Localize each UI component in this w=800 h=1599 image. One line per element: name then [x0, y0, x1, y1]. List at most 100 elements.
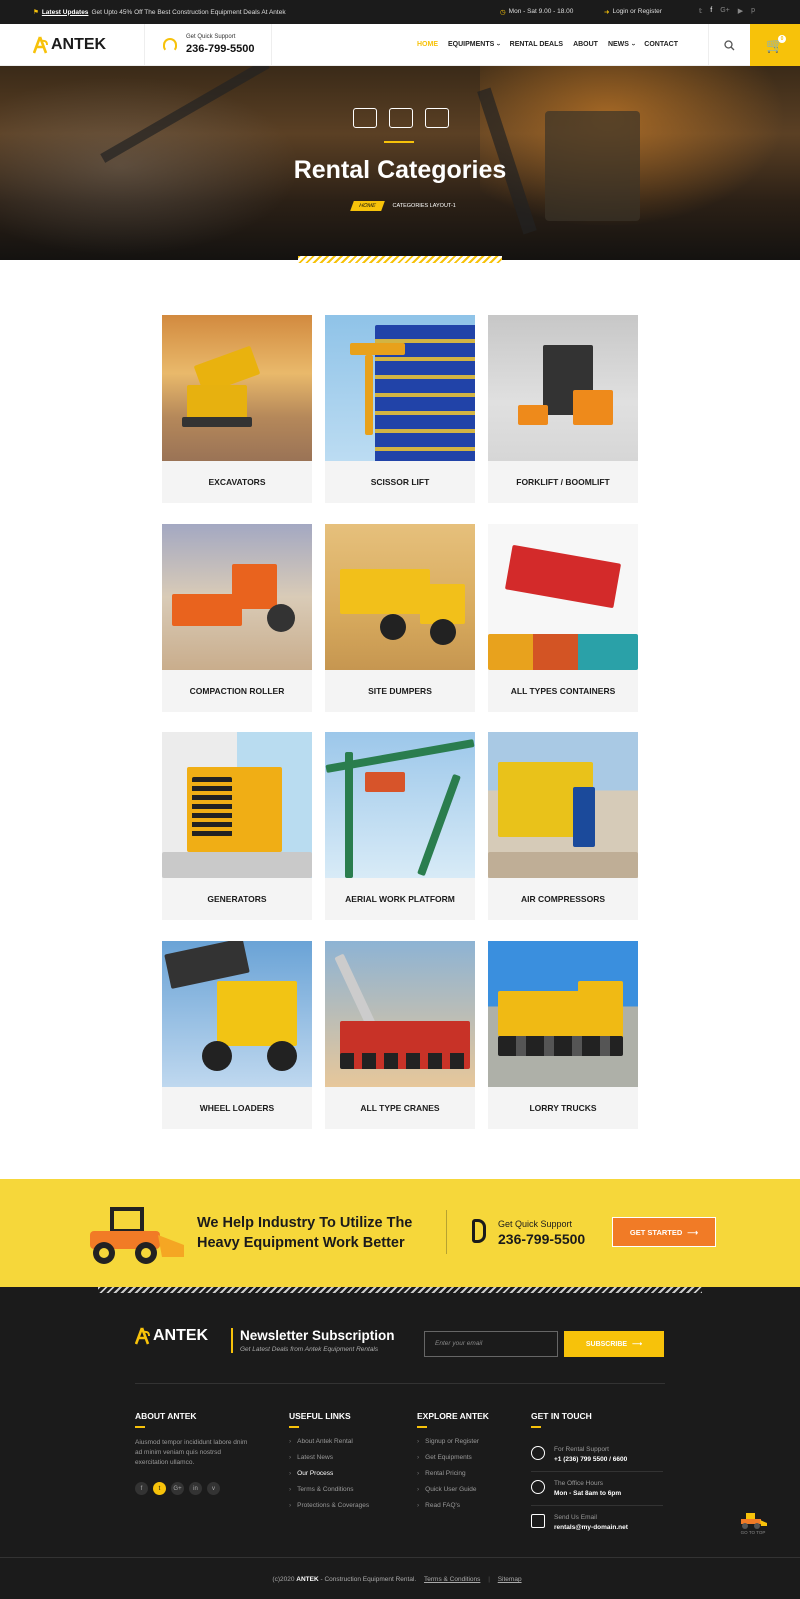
excavator-image[interactable] [162, 315, 312, 461]
twitter-icon[interactable]: t [153, 1482, 166, 1495]
footer-link[interactable]: Read FAQ's [417, 1502, 489, 1509]
search-button[interactable] [708, 24, 750, 66]
footer-link[interactable]: Protections & Coverages [289, 1502, 369, 1509]
headset-icon [163, 38, 177, 52]
get-started-label: GET STARTED [629, 1227, 683, 1237]
megaphone-icon: ⚑ [33, 9, 39, 16]
footer-link[interactable]: Get Equipments [417, 1454, 489, 1461]
footer-divider [135, 1383, 665, 1384]
category-card-wheel-loaders[interactable]: WHEEL LOADERS [162, 941, 312, 1129]
containers-image[interactable] [488, 524, 638, 670]
category-card-containers[interactable]: ALL TYPES CONTAINERS [488, 524, 638, 712]
footer-link[interactable]: Terms & Conditions [289, 1486, 369, 1493]
footer-link[interactable]: About Antek Rental [289, 1438, 369, 1445]
contact-value[interactable]: +1 (236) 799 5500 / 6600 [554, 1456, 627, 1463]
category-label: WHEEL LOADERS [199, 1103, 275, 1113]
footer-social-links: f t G+ in v [135, 1482, 255, 1495]
vimeo-icon[interactable]: v [207, 1482, 220, 1495]
nav-news[interactable]: NEWS [608, 41, 634, 48]
footer-about-title: ABOUT ANTEK [135, 1411, 197, 1421]
twitter-icon[interactable]: 𝕥 [699, 7, 702, 15]
contact-hours: The Office Hours Mon - Sat 8am to 6pm [531, 1472, 663, 1506]
wheel-loader-image[interactable] [162, 941, 312, 1087]
envelope-icon [531, 1514, 545, 1528]
google-plus-icon[interactable]: G+ [171, 1482, 184, 1495]
login-text[interactable]: Login or Register [612, 8, 662, 16]
login-link[interactable]: ➜ Login or Register [604, 8, 662, 16]
nav-contact[interactable]: CONTACT [644, 41, 678, 48]
logo[interactable]: ANTEK [33, 36, 106, 54]
roller-image[interactable] [162, 524, 312, 670]
aerial-platform-image[interactable] [325, 732, 475, 878]
category-card-forklift[interactable]: FORKLIFT / BOOMLIFT [488, 315, 638, 503]
footer-logo[interactable]: ANTEK [135, 1327, 208, 1345]
nav-rental-deals[interactable]: RENTAL DEALS [510, 41, 563, 48]
truck-icon [389, 108, 413, 128]
support-phone[interactable]: 236-799-5500 [186, 43, 255, 55]
footer-link[interactable]: Rental Pricing [417, 1470, 489, 1477]
category-card-lorry-trucks[interactable]: LORRY TRUCKS [488, 941, 638, 1129]
terms-link[interactable]: Terms & Conditions [424, 1576, 480, 1583]
scissor-lift-image[interactable] [325, 315, 475, 461]
category-card-aerial-platform[interactable]: AERIAL WORK PLATFORM [325, 732, 475, 920]
google-plus-icon[interactable]: G+ [720, 7, 730, 15]
go-to-top-button[interactable]: GO TO TOP [738, 1511, 768, 1535]
latest-updates-text: Get Upto 45% Off The Best Construction E… [91, 8, 286, 16]
category-card-excavators[interactable]: EXCAVATORS [162, 315, 312, 503]
dumper-image[interactable] [325, 524, 475, 670]
cart-button[interactable]: 🛒 0 [750, 24, 800, 66]
sitemap-link[interactable]: Sitemap [498, 1576, 522, 1583]
air-compressor-image[interactable] [488, 732, 638, 878]
footer-link[interactable]: Quick User Guide [417, 1486, 489, 1493]
breadcrumb: HOME CATEGORIES LAYOUT-1 [350, 201, 456, 211]
top-social-links: 𝕥 f G+ ▶ p [699, 7, 755, 15]
category-card-air-compressors[interactable]: AIR COMPRESSORS [488, 732, 638, 920]
footer: ANTEK Newsletter Subscription Get Latest… [0, 1287, 800, 1599]
category-card-generators[interactable]: GENERATORS [162, 732, 312, 920]
nav-about[interactable]: ABOUT [573, 41, 598, 48]
arrow-right-icon: ⟶ [632, 1341, 643, 1348]
crane-image[interactable] [325, 941, 475, 1087]
nav-equipments[interactable]: EQUIPMENTS [448, 41, 500, 48]
pinterest-icon[interactable]: p [751, 7, 755, 15]
category-label: GENERATORS [207, 894, 267, 904]
footer-explore-links: EXPLORE ANTEK Signup or Register Get Equ… [417, 1411, 489, 1518]
contact-label: Send Us Email [554, 1514, 597, 1521]
footer-link[interactable]: Our Process [289, 1470, 369, 1477]
category-card-cranes[interactable]: ALL TYPE CRANES [325, 941, 475, 1129]
facebook-icon[interactable]: f [710, 7, 712, 15]
breadcrumb-home[interactable]: HOME [350, 201, 385, 211]
newsletter-subtitle: Get Latest Deals from Antek Equipment Re… [240, 1346, 379, 1353]
subscribe-button[interactable]: SUBSCRIBE ⟶ [564, 1331, 664, 1357]
footer-about: ABOUT ANTEK Aiusmod tempor incididunt la… [135, 1411, 255, 1495]
title-underline [531, 1426, 541, 1428]
footer-link[interactable]: Latest News [289, 1454, 369, 1461]
linkedin-icon[interactable]: in [189, 1482, 202, 1495]
category-label: LORRY TRUCKS [529, 1103, 597, 1113]
footer-link[interactable]: Signup or Register [417, 1438, 489, 1445]
facebook-icon[interactable]: f [135, 1482, 148, 1495]
email-field[interactable]: Enter your email [424, 1331, 558, 1357]
newsletter-heading: Newsletter Subscription Get Latest Deals… [231, 1328, 395, 1353]
get-in-touch-title: GET IN TOUCH [531, 1411, 592, 1421]
category-card-scissor-lift[interactable]: SCISSOR LIFT [325, 315, 475, 503]
stopwatch-icon [531, 1480, 545, 1494]
contact-label: For Rental Support [554, 1446, 609, 1453]
cta-support-phone[interactable]: 236-799-5500 [498, 1231, 585, 1247]
category-card-site-dumpers[interactable]: SITE DUMPERS [325, 524, 475, 712]
category-card-compaction-roller[interactable]: COMPACTION ROLLER [162, 524, 312, 712]
latest-updates-label[interactable]: Latest Updates [42, 9, 89, 16]
category-label: SCISSOR LIFT [370, 477, 430, 487]
forklift-image[interactable] [488, 315, 638, 461]
copyright-year: (c)2020 [272, 1576, 295, 1583]
generator-image[interactable] [162, 732, 312, 878]
cta-message-line2: Heavy Equipment Work Better [197, 1235, 405, 1251]
contact-value[interactable]: rentals@my-domain.net [554, 1524, 628, 1531]
cta-message: We Help Industry To Utilize The Heavy Eq… [197, 1213, 412, 1253]
clock-icon: ◷ [500, 9, 506, 16]
youtube-icon[interactable]: ▶ [738, 7, 743, 15]
nav-home[interactable]: HOME [417, 41, 438, 48]
lorry-truck-image[interactable] [488, 941, 638, 1087]
subscribe-label: SUBSCRIBE [585, 1340, 628, 1348]
get-started-button[interactable]: GET STARTED ⟶ [612, 1217, 716, 1247]
